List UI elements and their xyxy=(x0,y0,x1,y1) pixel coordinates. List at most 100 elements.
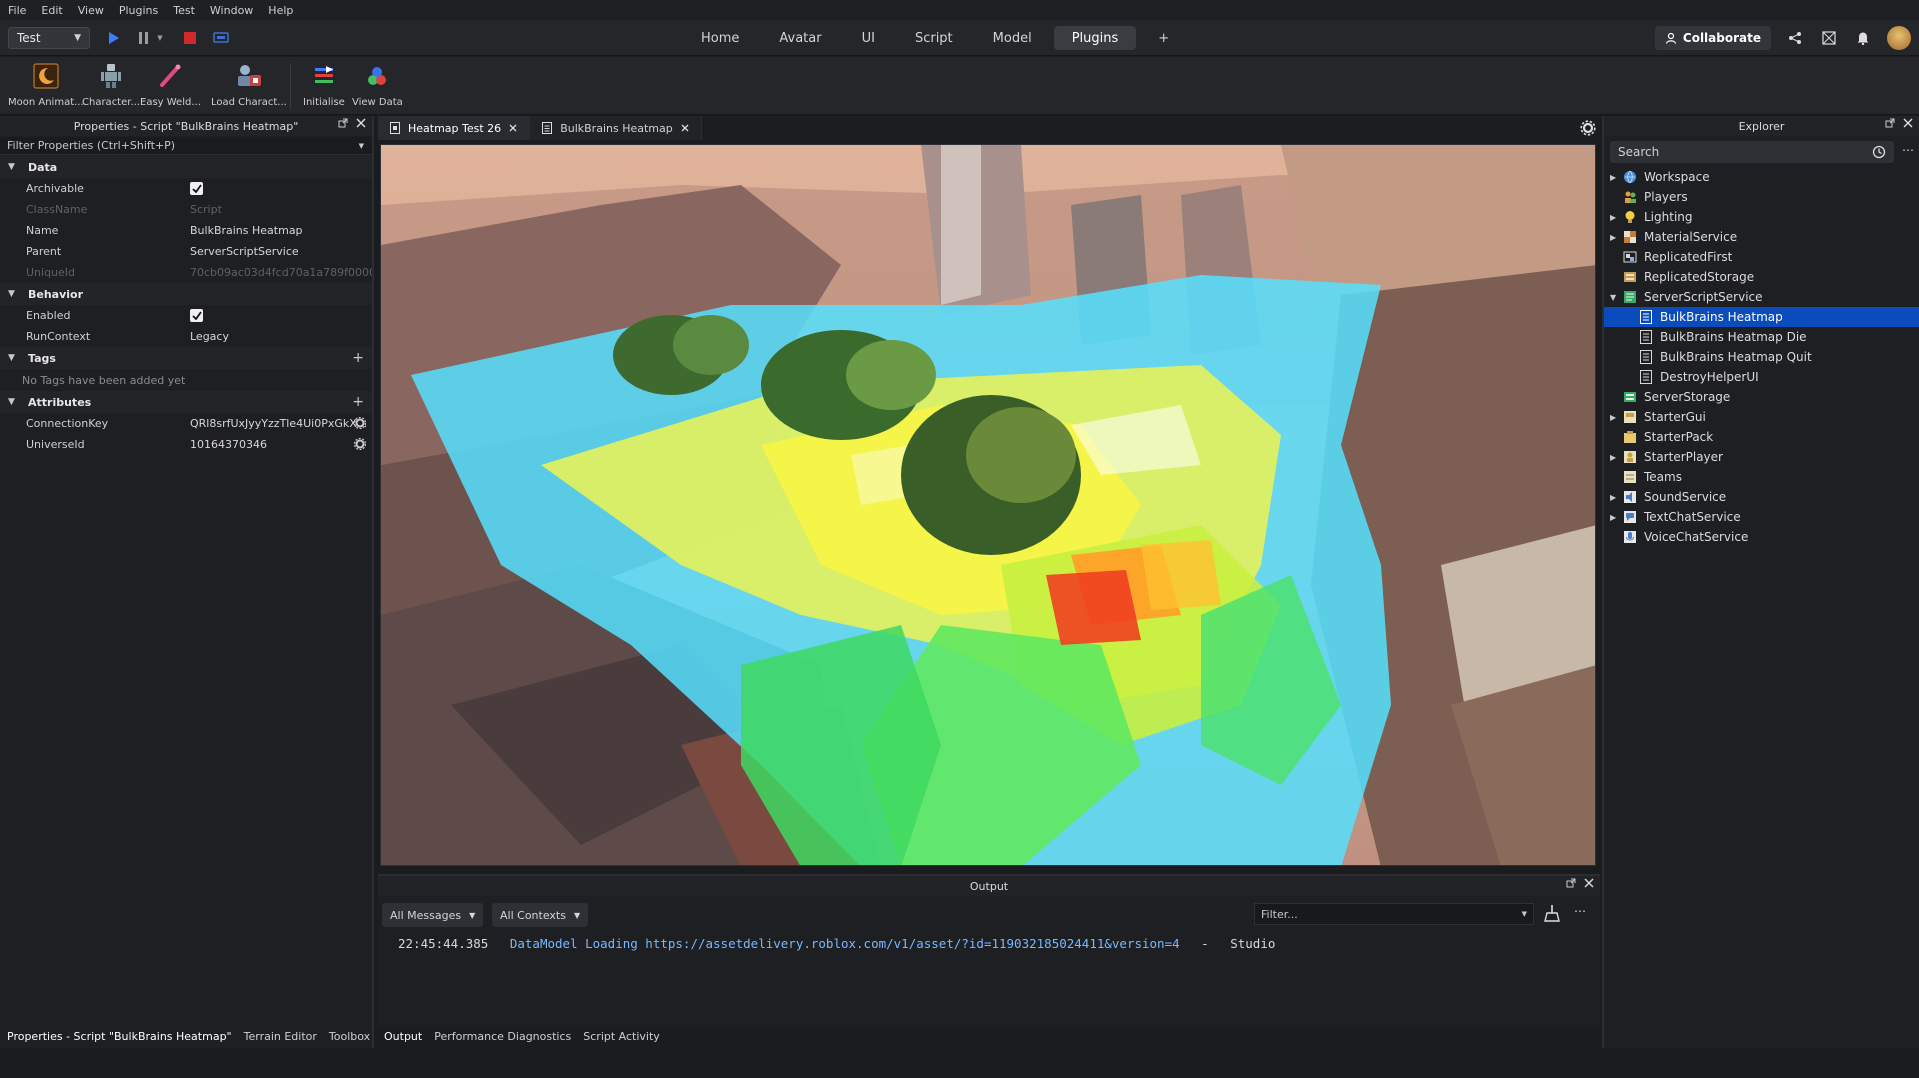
doc-tab-place[interactable]: Heatmap Test 26 xyxy=(378,116,531,140)
tab-home[interactable]: Home xyxy=(683,26,757,50)
pause-options-dropdown[interactable]: ▼ xyxy=(155,28,165,48)
tree-item-startergui[interactable]: ▶ StarterGui xyxy=(1604,407,1919,427)
parent-value[interactable]: ServerScriptService xyxy=(190,245,372,258)
tree-item-soundservice[interactable]: ▶ SoundService xyxy=(1604,487,1919,507)
play-button[interactable] xyxy=(106,28,122,48)
contexts-filter-dropdown[interactable]: All Contexts ▼ xyxy=(492,903,589,927)
avatar[interactable] xyxy=(1887,26,1911,50)
permissions-button[interactable] xyxy=(1819,28,1839,48)
clear-output-icon[interactable] xyxy=(1544,904,1560,922)
expand-arrow-icon[interactable]: ▶ xyxy=(1604,513,1618,522)
explorer-search-input[interactable]: Search ⋯ xyxy=(1610,141,1914,163)
tree-item-lighting[interactable]: ▶ Lighting xyxy=(1604,207,1919,227)
tree-item-teams[interactable]: Teams xyxy=(1604,467,1919,487)
tree-item-serverscriptservice[interactable]: ▼ ServerScriptService xyxy=(1604,287,1919,307)
tree-item-serverstorage[interactable]: ServerStorage xyxy=(1604,387,1919,407)
notifications-button[interactable] xyxy=(1853,28,1873,48)
chevron-down-icon[interactable]: ▼ xyxy=(359,142,364,150)
expand-arrow-icon[interactable]: ▶ xyxy=(1604,233,1618,242)
close-icon[interactable] xyxy=(356,118,366,128)
tree-item-bulkbrains-heatmap[interactable]: BulkBrains Heatmap xyxy=(1604,307,1919,327)
moon-animator-button[interactable]: Moon Animat... xyxy=(8,61,84,113)
tab-script-activity[interactable]: Script Activity xyxy=(583,1030,660,1043)
tree-item-materialservice[interactable]: ▶ MaterialService xyxy=(1604,227,1919,247)
tab-terrain-editor[interactable]: Terrain Editor xyxy=(244,1030,317,1043)
more-options-icon[interactable]: ⋯ xyxy=(1902,143,1914,157)
add-tag-button[interactable]: + xyxy=(352,350,364,366)
close-icon[interactable] xyxy=(1584,878,1594,888)
undock-icon[interactable] xyxy=(338,118,348,128)
tree-item-destroyhelperui[interactable]: DestroyHelperUI xyxy=(1604,367,1919,387)
tab-plugins[interactable]: Plugins xyxy=(1053,26,1137,50)
section-tags[interactable]: ▼ Tags + xyxy=(0,347,372,369)
tab-output[interactable]: Output xyxy=(384,1030,422,1043)
close-icon[interactable] xyxy=(681,124,689,132)
gear-icon[interactable] xyxy=(1580,120,1596,136)
menu-window[interactable]: Window xyxy=(210,4,253,17)
doc-tab-script[interactable]: BulkBrains Heatmap xyxy=(530,116,702,140)
menu-file[interactable]: File xyxy=(8,4,26,17)
tree-item-replicatedfirst[interactable]: ReplicatedFirst xyxy=(1604,247,1919,267)
history-icon[interactable] xyxy=(1872,145,1886,159)
client-server-button[interactable] xyxy=(212,28,230,48)
enabled-checkbox[interactable] xyxy=(190,308,203,322)
undock-icon[interactable] xyxy=(1566,878,1576,888)
add-tab-button[interactable]: + xyxy=(1140,26,1187,50)
menu-edit[interactable]: Edit xyxy=(41,4,62,17)
menu-plugins[interactable]: Plugins xyxy=(119,4,158,17)
section-attributes[interactable]: ▼ Attributes + xyxy=(0,391,372,413)
tree-item-textchatservice[interactable]: ▶ TextChatService xyxy=(1604,507,1919,527)
tab-ui[interactable]: UI xyxy=(844,26,893,50)
runcontext-value[interactable]: Legacy xyxy=(190,330,372,343)
log-message[interactable]: DataModel Loading https://assetdelivery.… xyxy=(510,936,1180,951)
undock-icon[interactable] xyxy=(1885,118,1895,128)
menu-test[interactable]: Test xyxy=(173,4,195,17)
tree-item-voicechatservice[interactable]: VoiceChatService xyxy=(1604,527,1919,547)
close-icon[interactable] xyxy=(1903,118,1913,128)
tab-toolbox[interactable]: Toolbox xyxy=(329,1030,370,1043)
character-button[interactable]: Character... xyxy=(82,61,140,113)
tree-item-replicatedstorage[interactable]: ReplicatedStorage xyxy=(1604,267,1919,287)
more-options-icon[interactable]: ⋯ xyxy=(1574,904,1586,918)
close-icon[interactable] xyxy=(509,124,517,132)
tab-avatar[interactable]: Avatar xyxy=(761,26,839,50)
collaborate-button[interactable]: Collaborate xyxy=(1654,26,1771,50)
expand-arrow-icon[interactable]: ▶ xyxy=(1604,413,1618,422)
3d-viewport[interactable] xyxy=(380,144,1596,866)
gear-icon[interactable] xyxy=(354,417,366,429)
expand-arrow-icon[interactable]: ▶ xyxy=(1604,213,1618,222)
filter-properties-input[interactable]: Filter Properties (Ctrl+Shift+P) ▼ xyxy=(0,137,372,155)
name-value-input[interactable]: BulkBrains Heatmap xyxy=(190,224,372,237)
tree-item-bulkbrains-heatmap-quit[interactable]: BulkBrains Heatmap Quit xyxy=(1604,347,1919,367)
tree-item-bulkbrains-heatmap-die[interactable]: BulkBrains Heatmap Die xyxy=(1604,327,1919,347)
tab-performance-diagnostics[interactable]: Performance Diagnostics xyxy=(434,1030,571,1043)
tab-properties[interactable]: Properties - Script "BulkBrains Heatmap" xyxy=(7,1030,232,1043)
messages-filter-dropdown[interactable]: All Messages ▼ xyxy=(382,903,484,927)
load-character-button[interactable]: Load Charact... xyxy=(211,61,287,113)
tree-item-players[interactable]: Players xyxy=(1604,187,1919,207)
menu-view[interactable]: View xyxy=(78,4,104,17)
output-filter-input[interactable]: Filter... ▼ xyxy=(1254,903,1534,925)
initialise-button[interactable]: Initialise xyxy=(303,61,345,113)
section-data[interactable]: ▼ Data xyxy=(0,156,372,178)
share-button[interactable] xyxy=(1785,28,1805,48)
tree-item-starterpack[interactable]: StarterPack xyxy=(1604,427,1919,447)
tab-model[interactable]: Model xyxy=(975,26,1050,50)
tree-item-workspace[interactable]: ▶ Workspace xyxy=(1604,167,1919,187)
archivable-checkbox[interactable] xyxy=(190,181,203,195)
view-data-button[interactable]: View Data xyxy=(352,61,403,113)
universeid-value[interactable]: 10164370346 xyxy=(190,438,372,451)
easy-weld-button[interactable]: Easy Weld... xyxy=(140,61,201,113)
menu-help[interactable]: Help xyxy=(268,4,293,17)
add-attribute-button[interactable]: + xyxy=(352,394,364,410)
section-behavior[interactable]: ▼ Behavior xyxy=(0,283,372,305)
tree-item-starterplayer[interactable]: ▶ StarterPlayer xyxy=(1604,447,1919,467)
tab-script[interactable]: Script xyxy=(897,26,971,50)
pause-button[interactable] xyxy=(136,28,152,48)
mode-select[interactable]: Test ▼ xyxy=(8,27,90,49)
stop-button[interactable] xyxy=(182,28,198,48)
expand-arrow-icon[interactable]: ▶ xyxy=(1604,173,1618,182)
expand-arrow-icon[interactable]: ▶ xyxy=(1604,493,1618,502)
collapse-arrow-icon[interactable]: ▼ xyxy=(1604,293,1618,302)
gear-icon[interactable] xyxy=(354,438,366,450)
